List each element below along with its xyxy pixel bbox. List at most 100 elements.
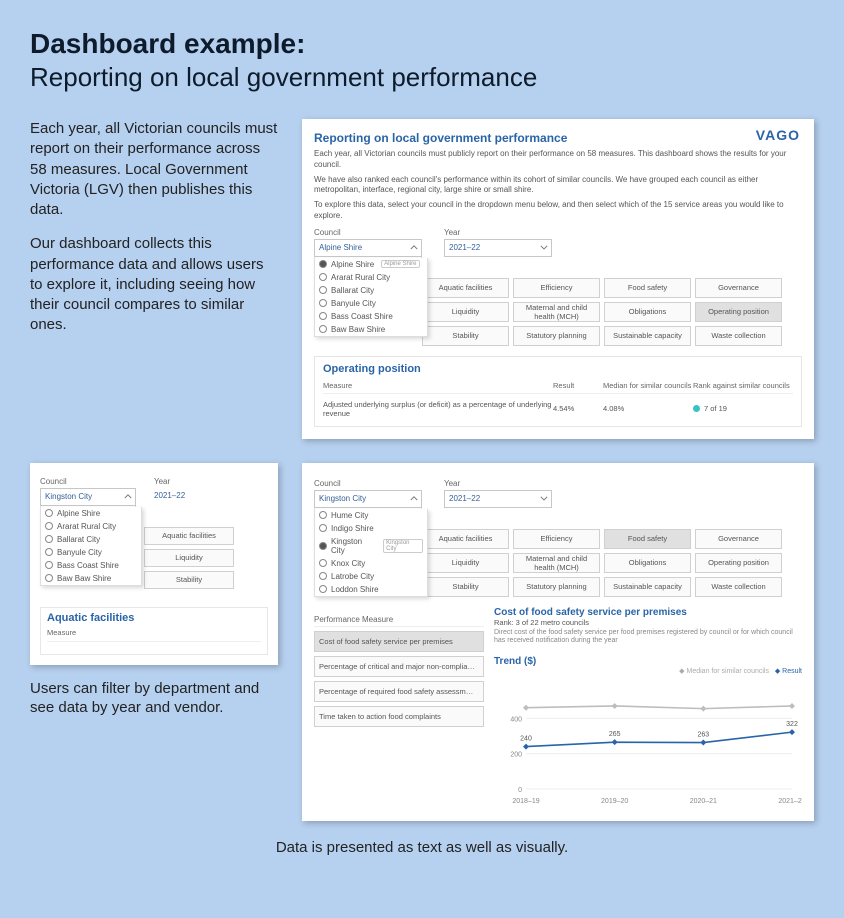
service-area-tile[interactable]: Stability [422,577,509,597]
council-select[interactable]: Alpine Shire [314,239,422,257]
dropdown-item[interactable]: Hume City [315,509,427,522]
service-area-tile[interactable]: Statutory planning [513,326,600,346]
chevron-up-icon [410,245,418,251]
dropdown-item[interactable]: Loddon Shire [315,583,427,596]
svg-text:0: 0 [518,787,522,794]
dropdown-item-label: Ballarat City [57,535,100,544]
chart-rank: Rank: 3 of 22 metro councils [494,618,802,627]
service-area-tile[interactable]: Governance [695,278,782,298]
mini-tile-liquidity[interactable]: Liquidity [144,549,234,567]
mini-dropdown[interactable]: Alpine Shire Ararat Rural City Ballarat Ci… [40,507,142,586]
service-area-tile[interactable]: Operating position [695,553,782,573]
legend-result: Result [782,668,802,675]
service-area-tile[interactable]: Maternal and child health (MCH) [513,302,600,322]
service-area-tile[interactable]: Maternal and child health (MCH) [513,553,600,573]
mini-year-select[interactable]: 2021–22 [154,488,250,504]
operating-position-card: Operating position Measure Result Median… [314,356,802,427]
service-area-tile[interactable]: Waste collection [695,577,782,597]
service-area-tile[interactable]: Statutory planning [513,577,600,597]
council-select-value: Alpine Shire [319,243,362,252]
screenshot-panel-mini: Council Kingston City Search Alpine Shir… [30,463,278,665]
caption-filter: Users can filter by department and see d… [30,679,280,718]
service-area-tile[interactable]: Stability [422,326,509,346]
service-area-tile[interactable]: Liquidity [422,302,509,322]
dropdown-item[interactable]: Banyule City [315,297,427,310]
dropdown-item[interactable]: Baw Baw Shire [315,323,427,336]
radio-icon [45,535,53,543]
dropdown-item-label: Alpine Shire [331,260,374,269]
service-area-tile[interactable]: Efficiency [513,278,600,298]
service-area-tile[interactable]: Food safety [604,529,691,549]
radio-icon [319,585,327,593]
dropdown-item[interactable]: Kingston CityKingston City [315,535,427,557]
service-area-tile[interactable]: Sustainable capacity [604,577,691,597]
chevron-up-icon [410,496,418,502]
performance-measure-item[interactable]: Time taken to action food complaints [314,706,484,727]
radio-icon [45,561,53,569]
screenshot-panel-2: Council Kingston City Search Hume CityIn… [302,463,814,821]
dropdown-item-label: Baw Baw Shire [57,574,111,583]
svg-text:322: 322 [786,721,798,728]
service-area-tile[interactable]: Food safety [604,278,691,298]
dropdown-item-label: Ballarat City [331,286,374,295]
selection-tag: Kingston City [383,539,423,553]
mini-council-select[interactable]: Kingston City [40,488,136,506]
p2-year-select[interactable]: 2021–22 [444,490,552,508]
dropdown-item[interactable]: Alpine Shire [41,507,141,520]
radio-icon [45,574,53,582]
performance-measure-item[interactable]: Cost of food safety service per premises [314,631,484,652]
dropdown-item[interactable]: Knox City [315,557,427,570]
service-area-tile[interactable]: Aquatic facilities [422,278,509,298]
mini-year-value: 2021–22 [154,491,185,500]
dropdown-item[interactable]: Ararat Rural City [41,520,141,533]
service-area-tile[interactable]: Obligations [604,302,691,322]
council-dropdown[interactable]: Alpine ShireAlpine ShireArarat Rural Cit… [314,258,428,337]
year-select-value: 2021–22 [449,243,480,252]
panel1-p2: We have also ranked each council's perfo… [314,175,802,197]
radio-icon [45,548,53,556]
radio-icon [319,312,327,320]
year-select[interactable]: 2021–22 [444,239,552,257]
radio-icon [319,511,327,519]
dropdown-item[interactable]: Banyule City [41,546,141,559]
service-area-tile[interactable]: Liquidity [422,553,509,573]
p2-council-select[interactable]: Kingston City [314,490,422,508]
dropdown-item[interactable]: Indigo Shire [315,522,427,535]
dropdown-item[interactable]: Ballarat City [315,284,427,297]
service-area-tile[interactable]: Governance [695,529,782,549]
svg-text:2020–21: 2020–21 [690,798,717,805]
service-area-tile[interactable]: Obligations [604,553,691,573]
dropdown-item[interactable]: Ballarat City [41,533,141,546]
svg-text:240: 240 [520,735,532,742]
radio-icon [45,509,53,517]
p2-dropdown[interactable]: Hume CityIndigo ShireKingston CityKingst… [314,509,428,597]
doc-subtitle: Reporting on local government performanc… [30,62,814,93]
dropdown-item-label: Ararat Rural City [57,522,116,531]
th-median: Median for similar councils [603,381,693,390]
performance-measure-list: Performance Measure Cost of food safety … [314,615,484,809]
performance-measure-item[interactable]: Percentage of required food safety asses… [314,681,484,702]
council-label: Council [314,228,422,237]
service-area-tile[interactable]: Efficiency [513,529,600,549]
mini-tile-stability[interactable]: Stability [144,571,234,589]
dropdown-item[interactable]: Alpine ShireAlpine Shire [315,258,427,271]
mini-tile-aquatic[interactable]: Aquatic facilities [144,527,234,545]
dropdown-item-label: Baw Baw Shire [331,325,385,334]
svg-text:200: 200 [510,751,522,758]
dropdown-item[interactable]: Baw Baw Shire [41,572,141,585]
dropdown-item[interactable]: Latrobe City [315,570,427,583]
performance-measure-item[interactable]: Percentage of critical and major non-com… [314,656,484,677]
svg-text:2018–19: 2018–19 [512,798,539,805]
svg-text:400: 400 [510,716,522,723]
service-area-tile[interactable]: Sustainable capacity [604,326,691,346]
section-title: Operating position [323,363,793,375]
radio-icon [319,260,327,268]
service-area-tile[interactable]: Aquatic facilities [422,529,509,549]
dropdown-item[interactable]: Bass Coast Shire [315,310,427,323]
svg-text:265: 265 [609,731,621,738]
service-area-tile[interactable]: Operating position [695,302,782,322]
dropdown-item[interactable]: Bass Coast Shire [41,559,141,572]
p2-service-area-tiles: Aquatic facilitiesEfficiencyFood safetyG… [422,529,782,597]
dropdown-item[interactable]: Ararat Rural City [315,271,427,284]
service-area-tile[interactable]: Waste collection [695,326,782,346]
